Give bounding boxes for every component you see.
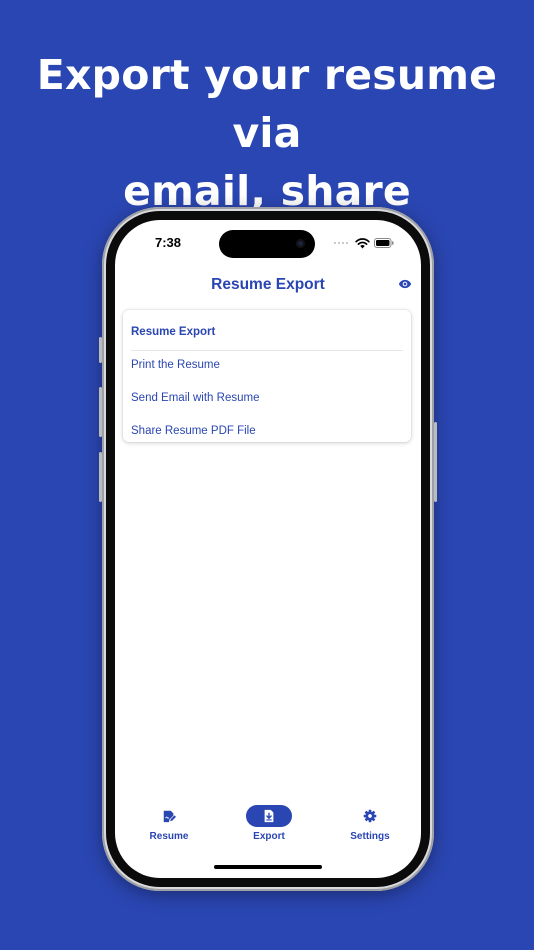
- gear-icon: [363, 809, 377, 823]
- wifi-icon: [355, 238, 370, 249]
- power-button: [434, 422, 437, 502]
- home-indicator[interactable]: [214, 865, 322, 869]
- phone-frame: 7:38 Resume Export Resume Export Print t…: [99, 207, 437, 891]
- file-download-icon: [264, 809, 274, 823]
- eye-icon[interactable]: [398, 277, 412, 291]
- tab-settings-label: Settings: [350, 831, 390, 842]
- cellular-signal-icon: [334, 242, 350, 246]
- card-divider: [131, 350, 403, 351]
- action-button: [99, 337, 102, 363]
- export-options-card: Resume Export Print the Resume Send Emai…: [123, 310, 411, 442]
- tab-export-label: Export: [253, 831, 285, 842]
- battery-icon: [374, 238, 394, 248]
- page-title: Resume Export: [211, 276, 325, 293]
- share-pdf-option[interactable]: Share Resume PDF File: [131, 425, 256, 437]
- dynamic-island: [219, 230, 315, 258]
- tab-resume[interactable]: Resume: [129, 800, 209, 846]
- status-time: 7:38: [155, 235, 182, 250]
- promo-headline-line-1: Export your resume via: [36, 51, 498, 157]
- promo-headline: Export your resume via email, share: [0, 46, 534, 220]
- volume-down-button: [99, 452, 102, 502]
- tab-export[interactable]: Export: [229, 800, 309, 846]
- print-resume-option[interactable]: Print the Resume: [131, 359, 220, 371]
- tab-settings[interactable]: Settings: [330, 800, 410, 846]
- resume-edit-icon: [163, 810, 176, 823]
- phone-screen: 7:38 Resume Export Resume Export Print t…: [115, 220, 421, 878]
- front-camera: [296, 239, 305, 248]
- card-header: Resume Export: [131, 326, 216, 338]
- tab-resume-label: Resume: [149, 831, 189, 842]
- send-email-option[interactable]: Send Email with Resume: [131, 392, 259, 404]
- volume-up-button: [99, 387, 102, 437]
- tab-bar: Resume Export Settings: [115, 800, 421, 850]
